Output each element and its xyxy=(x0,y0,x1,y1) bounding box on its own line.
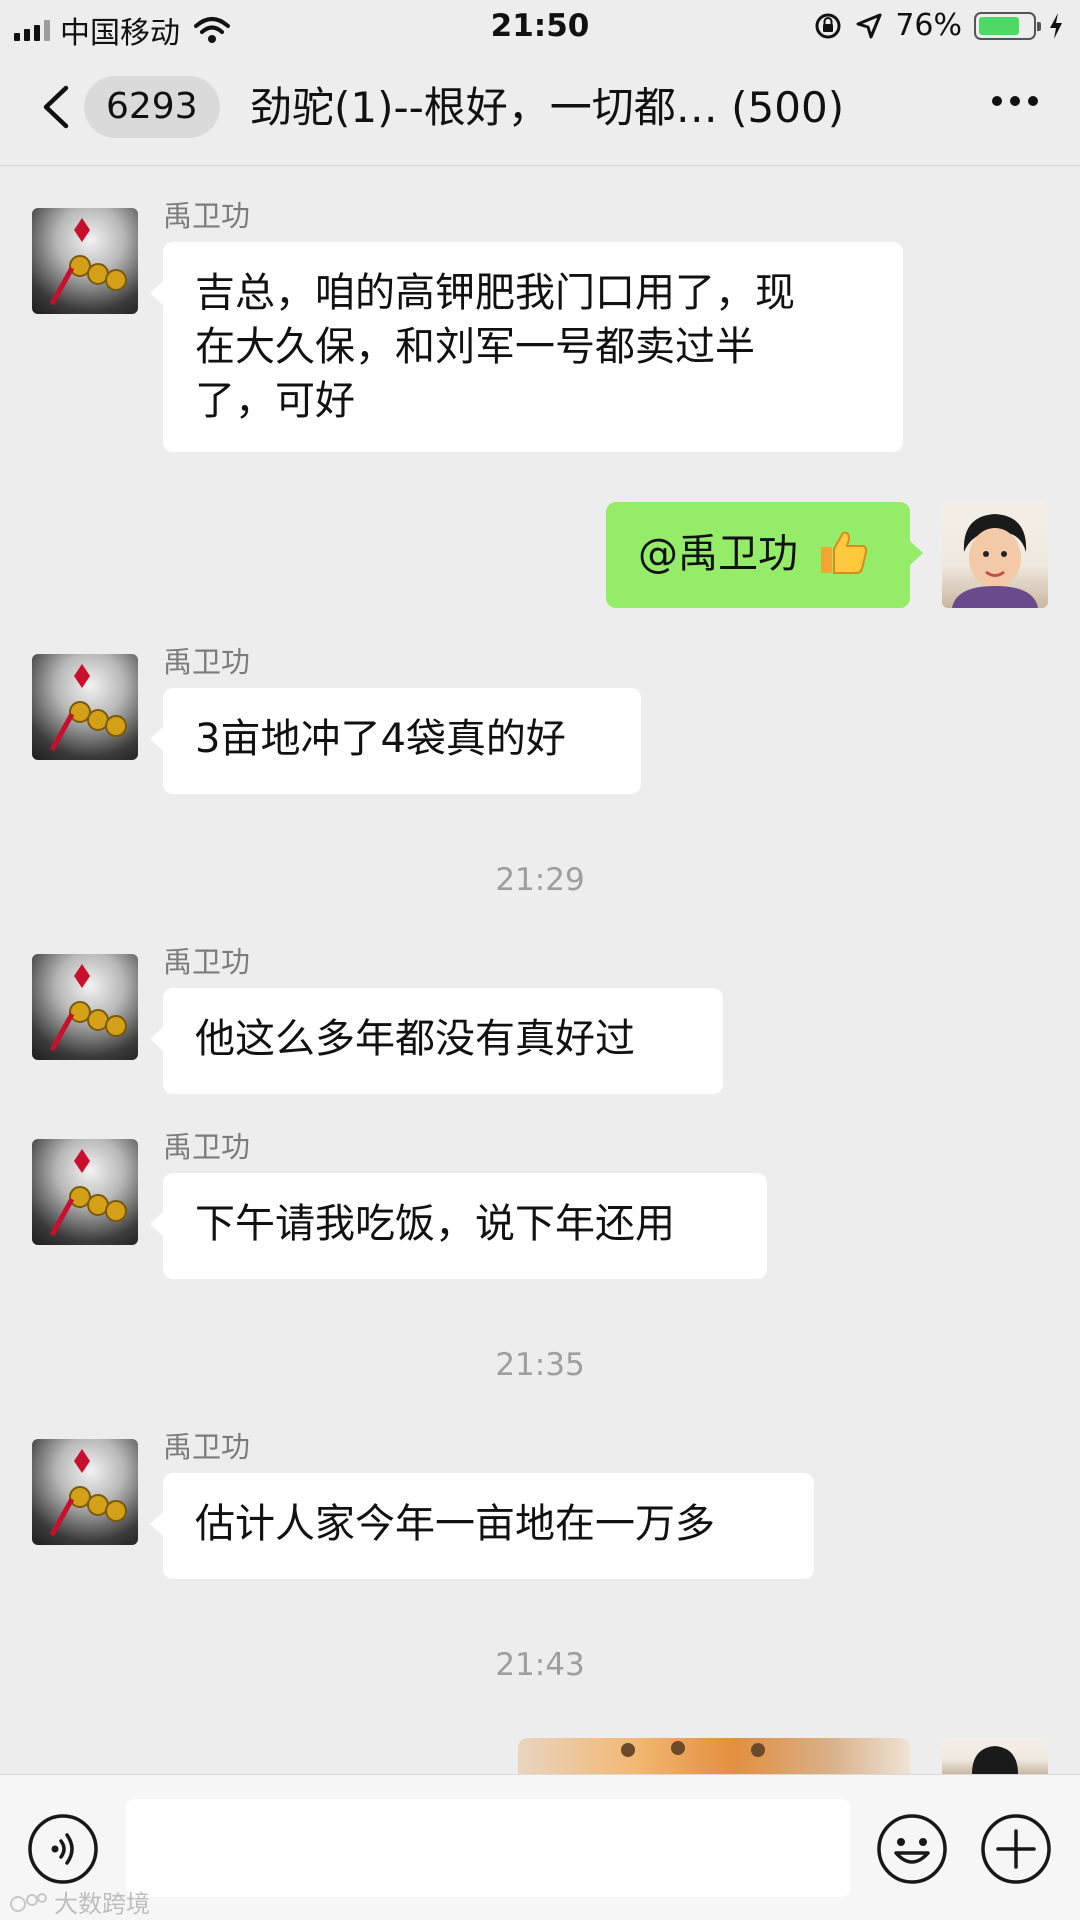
sender-name: 禹卫功 xyxy=(163,1130,251,1164)
chat-title: 劲驼(1)--根好，一切都… (500) xyxy=(250,83,845,132)
emoji-button[interactable] xyxy=(876,1813,948,1885)
chevron-left-icon xyxy=(43,85,69,129)
message-bubble[interactable]: 估计人家今年一亩地在一万多 xyxy=(150,1473,814,1579)
message-line: 了，可好 xyxy=(195,378,355,424)
sender-name: 禹卫功 xyxy=(163,1430,251,1464)
more-dot xyxy=(1010,96,1020,106)
voice-button[interactable] xyxy=(27,1813,99,1885)
message-text: 下午请我吃饭，说下年还用 xyxy=(195,1201,675,1247)
unread-count-badge[interactable]: 6293 xyxy=(84,76,220,138)
chinese-knot-avatar-icon xyxy=(49,664,127,752)
message-text: 3亩地冲了4袋真的好 xyxy=(195,716,566,762)
my-avatar[interactable] xyxy=(942,1738,1048,1774)
avatar[interactable] xyxy=(32,654,138,760)
location-arrow-icon xyxy=(856,13,882,38)
plus-icon xyxy=(981,1814,1051,1884)
avatar[interactable] xyxy=(32,1139,138,1245)
timestamp: 21:29 xyxy=(495,862,585,898)
chat-nav-bar: 6293 劲驼(1)--根好，一切都… (500) xyxy=(0,52,1080,166)
emoji-icon xyxy=(877,1814,947,1884)
my-avatar[interactable] xyxy=(942,502,1048,608)
status-bar: 中国移动 21:50 76% xyxy=(0,0,1080,52)
chinese-knot-avatar-icon xyxy=(49,1449,127,1537)
watermark: 大数跨境 xyxy=(8,1884,150,1919)
message-text: @禹卫功 xyxy=(638,531,798,577)
timestamp: 21:35 xyxy=(495,1347,585,1383)
avatar[interactable] xyxy=(32,208,138,314)
status-left: 中国移动 xyxy=(14,8,230,52)
more-button[interactable] xyxy=(992,96,1038,106)
message-input[interactable] xyxy=(126,1799,850,1897)
chinese-knot-avatar-icon xyxy=(49,1149,127,1237)
message-line: 在大久保，和刘军一号都卖过半 xyxy=(195,324,755,370)
message-line: 吉总，咱的高钾肥我门口用了，现 xyxy=(195,270,795,316)
sender-name: 禹卫功 xyxy=(163,945,251,979)
my-message-bubble[interactable]: @禹卫功 xyxy=(606,502,923,608)
back-button[interactable] xyxy=(32,82,82,132)
plus-button[interactable] xyxy=(980,1813,1052,1885)
battery-fill xyxy=(979,16,1019,35)
avatar[interactable] xyxy=(32,954,138,1060)
person-avatar-icon xyxy=(972,1746,1018,1774)
chinese-knot-avatar-icon xyxy=(49,964,127,1052)
image-message[interactable] xyxy=(518,1738,910,1778)
watermark-text: 大数跨境 xyxy=(54,1890,150,1918)
signal-icon xyxy=(14,19,50,41)
message-text: 他这么多年都没有真好过 xyxy=(195,1016,635,1062)
timestamp: 21:43 xyxy=(495,1647,585,1683)
more-dot xyxy=(1028,96,1038,106)
avatar[interactable] xyxy=(32,1439,138,1545)
voice-icon xyxy=(28,1814,98,1884)
message-bubble[interactable]: 他这么多年都没有真好过 xyxy=(150,988,723,1094)
battery-percent: 76% xyxy=(895,8,962,43)
message-bubble[interactable]: 3亩地冲了4袋真的好 xyxy=(150,688,641,794)
charging-bolt-icon xyxy=(1050,12,1062,39)
message-text: 估计人家今年一亩地在一万多 xyxy=(195,1501,715,1547)
battery-icon xyxy=(974,11,1041,40)
message-bubble[interactable]: 吉总，咱的高钾肥我门口用了，现 在大久保，和刘军一号都卖过半 了，可好 xyxy=(150,242,903,452)
wifi-icon xyxy=(194,17,230,43)
thumbs-up-icon xyxy=(820,531,867,574)
status-right: 76% xyxy=(813,8,1064,43)
sender-name: 禹卫功 xyxy=(163,199,251,233)
more-dot xyxy=(992,96,1002,106)
message-input-bar xyxy=(0,1774,1080,1920)
sender-name: 禹卫功 xyxy=(163,645,251,679)
message-bubble[interactable]: 下午请我吃饭，说下年还用 xyxy=(150,1173,767,1279)
watermark-logo-icon xyxy=(10,1892,47,1912)
person-avatar-icon xyxy=(952,514,1038,608)
orientation-lock-icon xyxy=(815,13,841,38)
chinese-knot-avatar-icon xyxy=(49,218,127,306)
carrier-name: 中国移动 xyxy=(60,16,180,51)
photo-thumbnail xyxy=(621,1741,765,1757)
